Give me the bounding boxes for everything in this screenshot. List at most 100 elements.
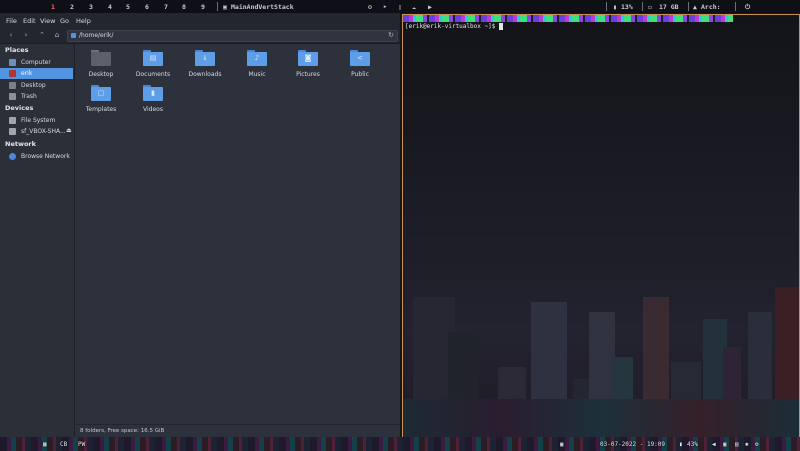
workspace-6[interactable]: 6 (143, 3, 151, 11)
bluetooth-icon[interactable]: ✱ (745, 441, 749, 448)
separator (735, 2, 736, 11)
workspace-5[interactable]: 5 (124, 3, 132, 11)
menu-file[interactable]: File (6, 17, 17, 25)
folder-label: Public (351, 71, 369, 78)
cpu-usage: 13% (621, 3, 633, 11)
power-icon[interactable]: ⏻ (745, 3, 750, 12)
sidebar-item-filesystem[interactable]: File System (0, 115, 73, 126)
separator (606, 2, 607, 11)
file-view: Desktop ▤ Documents ↓ Downloads ♪ Music … (75, 44, 400, 424)
cpu-icon: ▮ (613, 3, 617, 11)
back-icon[interactable]: ‹ (5, 30, 17, 41)
eject-icon[interactable]: ⏏ (66, 127, 72, 134)
calendar-icon: ▣ (560, 441, 564, 448)
os-label: Arch: (701, 3, 721, 11)
folder-label: Pictures (296, 71, 320, 78)
separator (688, 2, 689, 11)
folder-label: Videos (143, 106, 163, 113)
sidebar-item-erik[interactable]: erik (0, 68, 73, 79)
sidebar-item-label: sf_VBOX-SHA... (21, 128, 66, 135)
shared-folder-icon (9, 128, 16, 135)
sidebar-item-desktop[interactable]: Desktop (0, 80, 73, 91)
video-icon[interactable]: ▶ (428, 3, 432, 11)
videos-folder-icon: ▮ (143, 85, 163, 101)
folder-label: Music (248, 71, 266, 78)
prompt-text: [erik@erik-virtualbox ~]$ (405, 23, 499, 30)
grid-icon[interactable]: ▦ (43, 441, 47, 448)
folder-pictures[interactable]: ◙ Pictures (282, 47, 334, 81)
cloud-icon[interactable]: ☁ (412, 3, 416, 11)
clipboard-icon[interactable]: ▤ (735, 441, 739, 448)
menu-help[interactable]: Help (76, 17, 91, 25)
public-folder-icon: < (350, 50, 370, 66)
workspace-8[interactable]: 8 (180, 3, 188, 11)
sidebar-item-label: Trash (21, 93, 37, 100)
templates-folder-icon: ▢ (91, 85, 111, 101)
folder-documents[interactable]: ▤ Documents (127, 47, 179, 81)
sidebar-item-computer[interactable]: Computer (0, 57, 73, 68)
sidebar-item-label: File System (21, 117, 56, 124)
folder-music[interactable]: ♪ Music (231, 47, 283, 81)
folder-icon (71, 33, 76, 38)
desktop-folder-icon (91, 50, 111, 66)
file-manager-window: File Edit View Go Help ‹ › ⌃ ⌂ /home/eri… (0, 13, 400, 438)
memory-usage: 17 GB (659, 3, 679, 11)
reload-icon[interactable]: ↻ (388, 31, 394, 39)
sidebar-item-label: Computer (21, 59, 51, 66)
workspace-2[interactable]: 2 (68, 3, 76, 11)
forward-icon[interactable]: › (20, 30, 32, 41)
menu-bar: File Edit View Go Help (0, 13, 400, 28)
arch-icon: ▲ (693, 3, 697, 11)
network-heading: Network (5, 140, 36, 148)
folder-videos[interactable]: ▮ Videos (127, 82, 179, 116)
workspace-1[interactable]: 1 (49, 3, 57, 11)
menu-edit[interactable]: Edit (23, 17, 36, 25)
sidebar-item-vbox-share[interactable]: sf_VBOX-SHA... ⏏ (0, 126, 73, 137)
workspace-3[interactable]: 3 (87, 3, 95, 11)
status-bar: 8 folders, Free space: 16.5 GiB (75, 424, 400, 438)
settings-icon[interactable]: ⚙ (368, 3, 372, 11)
menu-go[interactable]: Go (60, 17, 69, 25)
separator (642, 2, 643, 11)
folder-label: Downloads (188, 71, 222, 78)
terminal-prompt: [erik@erik-virtualbox ~]$ (405, 23, 503, 30)
music-folder-icon: ♪ (247, 50, 267, 66)
layout-icon: ▣ (223, 3, 227, 11)
screenshot-icon[interactable]: ▣ (723, 441, 727, 448)
computer-icon (9, 59, 16, 66)
folder-label: Documents (135, 71, 171, 78)
battery-icon: ▮ (679, 441, 683, 448)
sidebar-item-label: Browse Network (21, 153, 70, 160)
document-icon[interactable]: ▯ (398, 3, 402, 11)
up-icon[interactable]: ⌃ (36, 30, 48, 41)
folder-downloads[interactable]: ↓ Downloads (179, 47, 231, 81)
volume-icon[interactable]: ◀ (712, 441, 716, 448)
battery-level: 43% (687, 441, 698, 448)
status-text: 8 folders, Free space: 16.5 GiB (80, 428, 165, 434)
glitch-strip (403, 15, 733, 22)
gear-icon[interactable]: ⚙ (755, 441, 759, 448)
telegram-icon[interactable]: ➤ (383, 3, 387, 11)
folder-desktop[interactable]: Desktop (75, 47, 127, 81)
workspace-7[interactable]: 7 (162, 3, 170, 11)
sidebar: Places Computer erik Desktop Trash Devic… (0, 44, 75, 437)
devices-heading: Devices (5, 104, 34, 112)
cursor (498, 23, 503, 30)
sidebar-item-label: Desktop (21, 82, 46, 89)
sidebar-item-browse-network[interactable]: Browse Network (0, 151, 73, 162)
toolbar: ‹ › ⌃ ⌂ /home/erik/ ↻ (0, 28, 400, 44)
desktop-icon (9, 82, 16, 89)
datetime: 03-07-2022 - 19:09 (600, 441, 666, 448)
workspace-4[interactable]: 4 (106, 3, 114, 11)
workspace-9[interactable]: 9 (199, 3, 207, 11)
sidebar-item-trash[interactable]: Trash (0, 91, 73, 102)
drive-icon (9, 117, 16, 124)
terminal-window[interactable]: [erik@erik-virtualbox ~]$ (402, 14, 800, 438)
home-icon[interactable]: ⌂ (51, 30, 63, 41)
location-bar[interactable]: /home/erik/ ↻ (67, 30, 398, 42)
folder-templates[interactable]: ▢ Templates (75, 82, 127, 116)
menu-view[interactable]: View (40, 17, 55, 25)
folder-public[interactable]: < Public (334, 47, 386, 81)
places-heading: Places (5, 46, 29, 54)
sidebar-item-label: erik (21, 70, 33, 77)
